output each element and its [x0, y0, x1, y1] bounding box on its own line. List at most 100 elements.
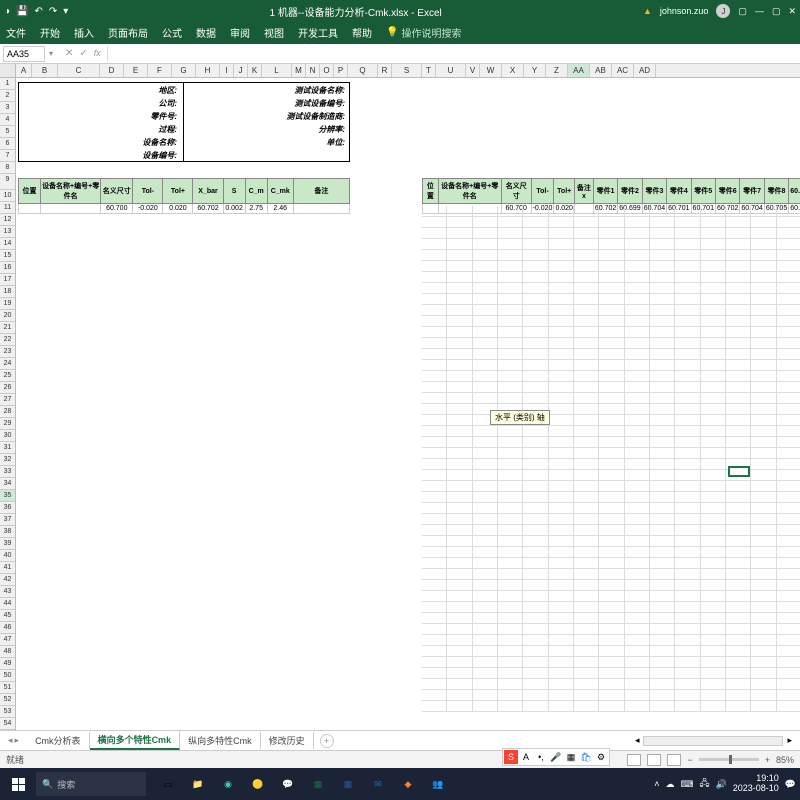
task-view-icon[interactable]: ▭	[154, 770, 182, 798]
col-header-S[interactable]: S	[392, 64, 422, 77]
zoom-in-icon[interactable]: +	[765, 755, 770, 765]
row-header-32[interactable]: 32	[0, 454, 15, 466]
col-header-Y[interactable]: Y	[524, 64, 546, 77]
row-header-15[interactable]: 15	[0, 250, 15, 262]
tab-formula[interactable]: 公式	[162, 25, 182, 40]
row-header-12[interactable]: 12	[0, 214, 15, 226]
row-header-19[interactable]: 19	[0, 298, 15, 310]
row-header-46[interactable]: 46	[0, 622, 15, 634]
row-header-31[interactable]: 31	[0, 442, 15, 454]
row-header-7[interactable]: 7	[0, 150, 15, 162]
name-box[interactable]: AA35	[3, 46, 45, 62]
view-pagelayout-icon[interactable]	[647, 754, 661, 766]
row-header-41[interactable]: 41	[0, 562, 15, 574]
row-header-6[interactable]: 6	[0, 138, 15, 150]
minimize-icon[interactable]: —	[755, 6, 764, 16]
ime-s-icon[interactable]: S	[504, 750, 518, 764]
col-header-L[interactable]: L	[262, 64, 292, 77]
select-all-corner[interactable]	[0, 64, 16, 77]
ime-a-icon[interactable]: A	[519, 750, 533, 764]
sheet-tab-1[interactable]: Cmk分析表	[27, 732, 90, 749]
tray-volume-icon[interactable]: 🔊	[716, 779, 727, 790]
col-header-G[interactable]: G	[172, 64, 196, 77]
row-header-8[interactable]: 8	[0, 162, 15, 174]
undo-icon[interactable]: ↶	[35, 6, 43, 17]
row-header-10[interactable]: 10	[0, 190, 15, 202]
fx-icon[interactable]: fx	[94, 48, 101, 59]
row-header-1[interactable]: 1	[0, 78, 15, 90]
tab-layout[interactable]: 页面布局	[108, 25, 148, 40]
cells-area[interactable]: 地区: 公司: 零件号: 过程: 设备名称: 设备编号: 测试设备名称: 测试设…	[16, 78, 800, 730]
zoom-slider[interactable]	[699, 758, 759, 761]
tab-review[interactable]: 审阅	[230, 25, 250, 40]
col-header-B[interactable]: B	[32, 64, 58, 77]
sheet-tab-4[interactable]: 修改历史	[261, 732, 314, 749]
row-header-3[interactable]: 3	[0, 102, 15, 114]
tab-view[interactable]: 视图	[264, 25, 284, 40]
row-header-49[interactable]: 49	[0, 658, 15, 670]
row-header-20[interactable]: 20	[0, 310, 15, 322]
redo-icon[interactable]: ↷	[49, 6, 57, 17]
col-header-W[interactable]: W	[480, 64, 502, 77]
ime-tool-icon[interactable]: 🛍	[579, 750, 593, 764]
row-header-35[interactable]: 35	[0, 490, 15, 502]
row-header-16[interactable]: 16	[0, 262, 15, 274]
row-header-43[interactable]: 43	[0, 586, 15, 598]
cancel-formula-icon[interactable]: ✕	[65, 48, 73, 59]
row-header-37[interactable]: 37	[0, 514, 15, 526]
tab-file[interactable]: 文件	[6, 25, 26, 40]
wechat-icon[interactable]: 💬	[274, 770, 302, 798]
row-header-18[interactable]: 18	[0, 286, 15, 298]
row-header-25[interactable]: 25	[0, 370, 15, 382]
close-icon[interactable]: ✕	[788, 6, 796, 17]
col-header-AA[interactable]: AA	[568, 64, 590, 77]
save-icon[interactable]: 💾	[16, 6, 28, 17]
row-header-14[interactable]: 14	[0, 238, 15, 250]
taskbar-clock[interactable]: 19:10 2023-08-10	[733, 774, 779, 794]
col-header-O[interactable]: O	[320, 64, 334, 77]
worksheet-grid[interactable]: ABCDEFGHIJKLMNOPQRSTUVWXYZAAABACAD 12345…	[0, 64, 800, 730]
col-header-C[interactable]: C	[58, 64, 100, 77]
tab-dev[interactable]: 开发工具	[298, 25, 338, 40]
col-header-F[interactable]: F	[148, 64, 172, 77]
taskbar-search[interactable]: 🔍 搜索	[36, 772, 146, 796]
row-header-26[interactable]: 26	[0, 382, 15, 394]
maximize-icon[interactable]: ▢	[772, 6, 781, 17]
col-header-V[interactable]: V	[466, 64, 480, 77]
user-avatar-icon[interactable]: J	[716, 4, 730, 18]
row-header-2[interactable]: 2	[0, 90, 15, 102]
excel-icon[interactable]: ▦	[304, 770, 332, 798]
ime-toolbar[interactable]: S A •, 🎤 ▦ 🛍 ⚙	[502, 748, 610, 766]
ime-punct-icon[interactable]: •,	[534, 750, 548, 764]
row-header-13[interactable]: 13	[0, 226, 15, 238]
col-header-Q[interactable]: Q	[348, 64, 378, 77]
formula-bar[interactable]	[107, 46, 800, 62]
tray-chevron-icon[interactable]: ˄	[654, 779, 659, 789]
tab-insert[interactable]: 插入	[74, 25, 94, 40]
row-header-22[interactable]: 22	[0, 334, 15, 346]
row-header-4[interactable]: 4	[0, 114, 15, 126]
row-header-23[interactable]: 23	[0, 346, 15, 358]
tab-home[interactable]: 开始	[40, 25, 60, 40]
tell-me[interactable]: 💡操作说明搜索	[386, 25, 461, 40]
autosave-icon[interactable]: ◑	[4, 6, 10, 17]
ime-settings-icon[interactable]: ⚙	[594, 750, 608, 764]
row-header-47[interactable]: 47	[0, 634, 15, 646]
view-pagebreak-icon[interactable]	[667, 754, 681, 766]
row-header-51[interactable]: 51	[0, 682, 15, 694]
row-header-30[interactable]: 30	[0, 430, 15, 442]
explorer-icon[interactable]: 📁	[184, 770, 212, 798]
col-header-J[interactable]: J	[234, 64, 248, 77]
row-header-44[interactable]: 44	[0, 598, 15, 610]
col-header-AC[interactable]: AC	[612, 64, 634, 77]
notifications-icon[interactable]: 💬	[785, 779, 796, 790]
col-header-U[interactable]: U	[436, 64, 466, 77]
row-header-38[interactable]: 38	[0, 526, 15, 538]
tray-input-icon[interactable]: ⌨	[680, 779, 693, 790]
namebox-dropdown-icon[interactable]: ▾	[45, 49, 57, 58]
chrome-icon[interactable]: 🟡	[244, 770, 272, 798]
row-header-50[interactable]: 50	[0, 670, 15, 682]
row-header-9[interactable]: 9	[0, 174, 15, 190]
row-header-17[interactable]: 17	[0, 274, 15, 286]
sheet-nav-first-icon[interactable]: ◂	[8, 735, 13, 746]
